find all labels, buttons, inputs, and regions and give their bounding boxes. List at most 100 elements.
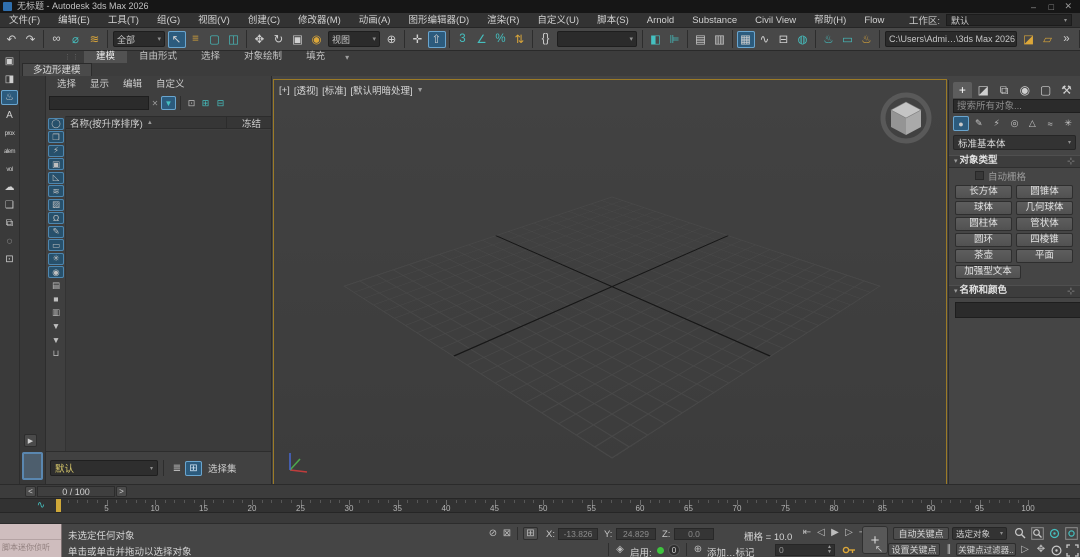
menu-item[interactable]: 渲染(R) [478,13,528,28]
key-icon[interactable] [842,544,856,556]
primitive-button[interactable]: 长方体 [955,185,1012,199]
motion-tab[interactable]: ◉ [1015,82,1035,98]
spinner-snap-icon[interactable]: ⇅ [511,31,529,48]
toggle-ribbon-icon[interactable]: ▦ [737,31,755,48]
filter-icon[interactable]: ▼ [48,320,64,332]
snaps-toggle-icon[interactable]: 3 [454,31,472,48]
toolbar-overflow-icon[interactable]: » [1058,31,1076,48]
menu-item[interactable]: 帮助(H) [805,13,855,28]
ribbon-tab[interactable]: 对象绘制 [232,51,294,63]
select-and-link-icon[interactable]: ∞ [48,31,66,48]
display-cameras-icon[interactable]: ▣ [48,158,64,170]
arnold-disabled2-icon[interactable]: ❑ [1,198,18,213]
render-icon[interactable]: ♨ [858,31,876,48]
x-coordinate-field[interactable]: -13.826 [558,528,598,540]
app-icon[interactable] [3,2,12,11]
menu-item[interactable]: 文件(F) [0,13,49,28]
sort-mode-icon[interactable]: ≣ [169,461,185,476]
geometry-category-icon[interactable]: ● [953,116,969,131]
display-frozen-icon[interactable]: ✳ [48,253,64,265]
name-column-header[interactable]: 名称(按升序排序) [66,116,143,130]
menu-item[interactable]: Substance [683,13,746,28]
arnold-alembic-icon[interactable]: alem [1,144,18,159]
viewport-pov-menu[interactable]: [透视] [294,83,318,97]
display-geometry-icon[interactable]: ❒ [48,131,64,143]
menu-item[interactable]: 动画(A) [350,13,400,28]
named-selection-set-select[interactable]: ▾ [557,31,637,47]
key-brackets-icon[interactable]: ∥ [942,543,956,556]
zoom-extents-icon[interactable] [1048,527,1061,540]
explorer-search-input[interactable] [49,96,149,110]
primitive-button[interactable]: 加强型文本 [955,265,1021,279]
subcategory-select[interactable]: 标准基本体▾ [953,135,1076,150]
block-view-icon[interactable]: ■ [48,293,64,305]
space-warps-category-icon[interactable]: ≈ [1042,116,1058,131]
ribbon-subtab-polygon-modeling[interactable]: 多边形建模 [22,63,92,76]
display-groups-icon[interactable]: Ω [48,212,64,224]
maximize-button[interactable]: □ [1049,2,1054,12]
walk-through-icon[interactable]: ▷ [1018,543,1032,556]
explorer-list-body[interactable] [66,130,271,451]
render-region-icon[interactable]: ◨ [1,72,18,87]
ribbon-tab[interactable]: 选择 [189,51,232,63]
unlink-selection-icon[interactable]: ⌀ [67,31,85,48]
expand-all-icon[interactable]: ⊞ [198,98,213,109]
align-icon[interactable]: ⊫ [666,31,684,48]
menu-item[interactable]: 图形编辑器(D) [399,13,478,28]
primitive-button[interactable]: 圆锥体 [1016,185,1073,199]
angle-snap-icon[interactable]: ∠ [473,31,491,48]
zoom-all-icon[interactable] [1031,527,1044,540]
frozen-column-header[interactable]: 冻结 [242,116,261,130]
isolate-selection-icon[interactable]: ⊘ [486,527,500,540]
use-center-icon[interactable]: ⊕ [383,31,401,48]
edit-named-selection-sets-icon[interactable]: {} [537,31,555,48]
viewport-layout-tab[interactable] [22,452,43,480]
time-slider[interactable]: < 0 / 100 > [25,486,127,497]
schematic-view-icon[interactable]: ⊟ [775,31,793,48]
lock-selection-icon[interactable]: ⊠ [500,527,514,540]
add-marker-label[interactable]: 添加…标记 [707,545,755,557]
mini-curve-editor-icon[interactable]: ∿ [32,500,50,511]
explorer-menu[interactable]: 显示 [83,76,116,94]
autogrid-checkbox[interactable] [975,171,984,180]
select-and-place-icon[interactable]: ◉ [308,31,326,48]
current-frame-spinner[interactable]: 0 ▲▼ [775,544,835,556]
search-all-objects-input[interactable] [953,99,1080,113]
list-view-icon[interactable]: ▤ [48,280,64,292]
arnold-window-icon[interactable]: ⊡ [1,252,18,267]
cameras-category-icon[interactable]: ◎ [1007,116,1023,131]
utilities-tab[interactable]: ⚒ [1057,82,1077,98]
perspective-viewport[interactable]: [+] [透视] [标准] [默认明暗处理] ▼ [274,80,946,484]
toggle-layer-explorer-icon[interactable]: ▥ [711,31,729,48]
select-by-name-icon[interactable]: ≡ [187,31,205,48]
menu-item[interactable]: 视图(V) [189,13,239,28]
menu-item[interactable]: Flow [855,13,893,28]
render-view-icon[interactable]: ▣ [1,54,18,69]
primitive-button[interactable]: 圆柱体 [955,217,1012,231]
display-containers-icon[interactable]: ▭ [48,239,64,251]
object-name-input[interactable] [955,302,1080,318]
primitive-button[interactable]: 几何球体 [1016,201,1073,215]
view-cube[interactable] [874,90,934,148]
selection-set-select[interactable]: 默认▾ [50,460,158,476]
arnold-proxy-icon[interactable]: prox [1,126,18,141]
enable-badge[interactable]: 0 [668,544,680,556]
clear-search-icon[interactable]: ✕ [149,99,161,108]
display-helpers-icon[interactable]: ◺ [48,172,64,184]
viewport-label-arrow-icon[interactable]: ▼ [417,87,424,94]
select-and-move-icon[interactable]: ✥ [251,31,269,48]
close-button[interactable]: ✕ [1064,1,1072,12]
sort-ascending-icon[interactable]: ▲ [147,120,153,126]
display-tab[interactable]: ▢ [1036,82,1056,98]
menu-item[interactable]: 自定义(U) [528,13,588,28]
rectangular-selection-region-icon[interactable]: ▢ [206,31,224,48]
auto-key-button[interactable]: 自动关键点 [893,527,949,540]
basket-icon[interactable]: ⊔ [48,347,64,359]
ribbon-collapse-icon[interactable]: ▾ [345,53,349,62]
hierarchy-tab[interactable]: ⧉ [994,82,1014,98]
material-editor-icon[interactable]: ◍ [794,31,812,48]
select-and-scale-icon[interactable]: ▣ [289,31,307,48]
add-marker-icon[interactable]: ⊕ [691,543,705,556]
primitive-button[interactable]: 管状体 [1016,217,1073,231]
mirror-icon[interactable]: ◧ [647,31,665,48]
